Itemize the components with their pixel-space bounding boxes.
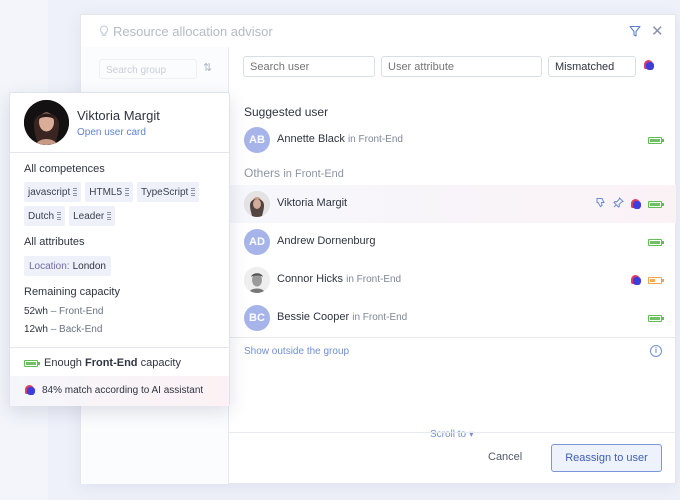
battery-icon [648,136,664,144]
competence-chip: TypeScript [137,182,200,202]
dialog-footer: Cancel Reassign to user [229,432,676,484]
level-icon [125,187,130,197]
battery-icon [648,238,664,246]
list-divider [229,337,676,338]
filter-icon[interactable] [629,24,643,38]
ai-assistant-icon [631,274,641,286]
battery-icon [648,314,664,322]
capacity-status: Enough Front-End capacity [24,357,181,369]
user-name: Bessie Cooper [277,311,350,323]
ai-assistant-icon [631,198,641,210]
close-icon[interactable]: ✕ [651,22,664,40]
user-name: Viktoria Margit [277,197,348,209]
sort-icon[interactable]: ⇅ [203,61,212,74]
avatar [244,191,270,217]
user-attribute-input[interactable] [381,56,542,77]
avatar [24,100,69,145]
user-name: Andrew Dornenburg [277,235,376,247]
level-icon [73,187,78,197]
search-group-input[interactable]: Search group [99,59,197,79]
competence-chip: Dutch [24,206,66,226]
avatar: AD [244,229,270,255]
level-icon [107,211,112,221]
user-row[interactable]: Connor Hicks in Front-End [229,261,676,299]
pin-icon[interactable] [613,197,624,211]
user-group: in Front-End [352,312,408,323]
battery-icon [648,200,664,208]
others-heading: Others in Front-End [244,166,344,180]
capacity-line: 12wh – Back-End [24,324,103,335]
user-name: Connor Hicks [277,273,344,285]
level-icon [57,211,62,221]
competence-list: javascript HTML5 TypeScript Dutch Leader [24,182,224,226]
suggested-user-heading: Suggested user [244,105,329,119]
popover-user-name: Viktoria Margit [77,108,160,123]
competences-heading: All competences [24,163,105,175]
competence-chip: Leader [69,206,116,226]
capacity-heading: Remaining capacity [24,286,120,298]
user-name: Annette Black [277,133,345,145]
user-row[interactable]: AD Andrew Dornenburg [229,223,676,261]
competence-chip: javascript [24,182,82,202]
reassign-to-user-button[interactable]: Reassign to user [551,444,662,472]
avatar [244,267,270,293]
search-user-input[interactable] [243,56,375,77]
user-row[interactable]: Viktoria Margit [229,185,676,223]
open-user-card-link[interactable]: Open user card [77,127,146,138]
user-details-popover: Viktoria Margit Open user card All compe… [9,92,230,406]
mismatched-select[interactable]: Mismatched [548,56,636,77]
dialog-title: Resource allocation advisor [113,24,273,39]
ai-match-text: 84% match according to AI assistant [42,385,204,396]
avatar: AB [244,127,270,153]
lightbulb-icon [99,25,109,37]
ai-match-banner: 84% match according to AI assistant [10,376,229,406]
attributes-heading: All attributes [24,236,85,248]
competence-chip: HTML5 [85,182,134,202]
popover-divider [10,347,229,348]
ai-assistant-icon [25,385,35,396]
thumbs-down-icon[interactable] [595,197,606,211]
battery-icon [24,359,40,367]
attribute-chip: Location: London [24,256,111,276]
dialog-header: Resource allocation advisor ✕ [81,15,675,47]
user-group: in Front-End [346,274,402,285]
user-list-panel: Mismatched Suggested user AB Annette Bla… [229,47,676,484]
show-outside-group-link[interactable]: Show outside the group [244,346,349,357]
user-group: in Front-End [347,134,403,145]
level-icon [191,187,196,197]
capacity-line: 52wh – Front-End [24,306,104,317]
popover-header: Viktoria Margit Open user card [10,93,229,153]
user-row[interactable]: BC Bessie Cooper in Front-End [229,299,676,337]
cancel-button[interactable]: Cancel [488,451,522,463]
user-row[interactable]: AB Annette Black in Front-End [229,121,676,159]
avatar: BC [244,305,270,331]
info-icon[interactable]: i [650,345,662,357]
battery-low-icon [648,276,664,284]
